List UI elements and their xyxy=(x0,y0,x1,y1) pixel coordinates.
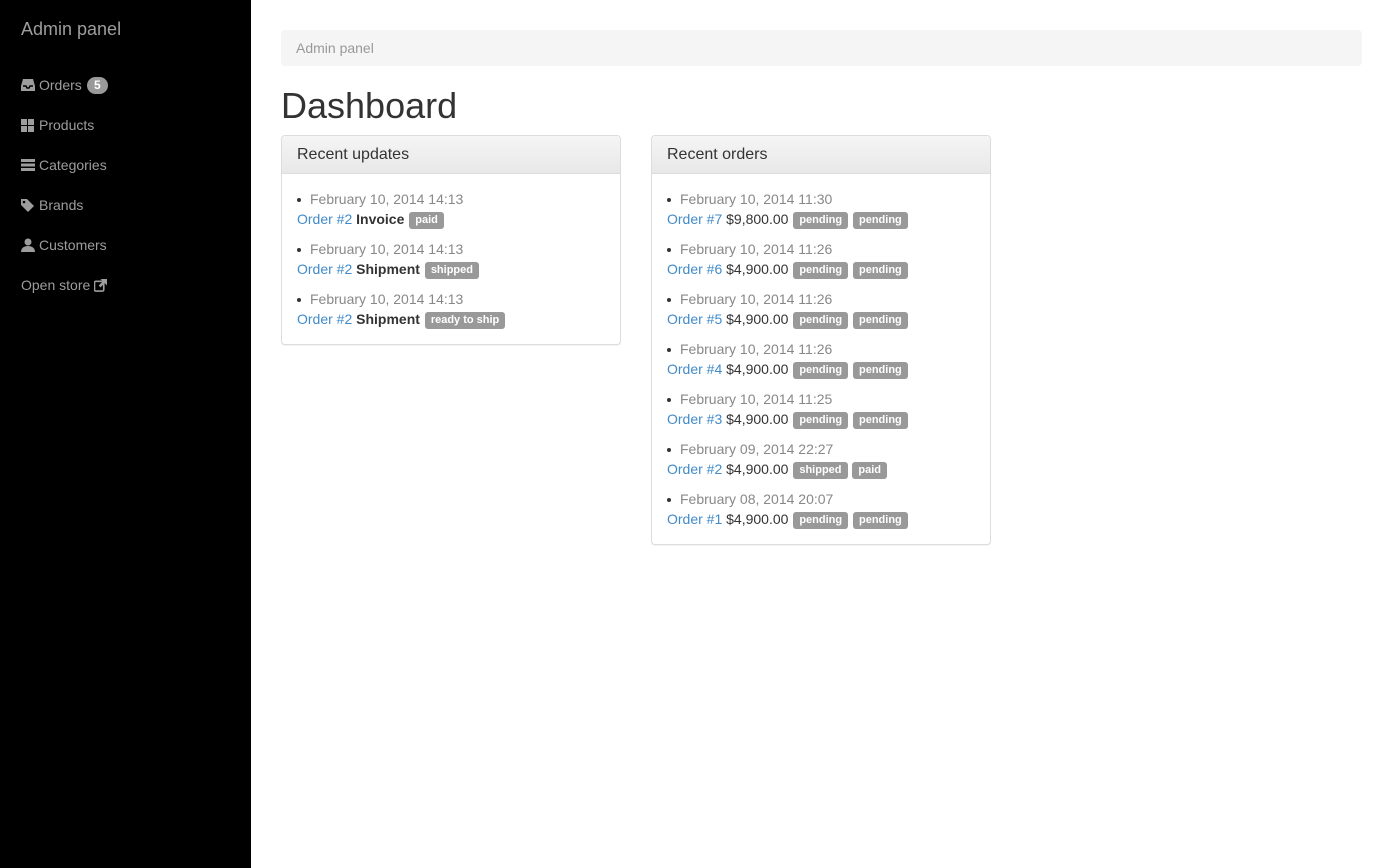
payment-status-badge: paid xyxy=(852,462,888,479)
inbox-icon xyxy=(21,78,35,92)
orders-count-badge: 5 xyxy=(86,76,108,94)
order-amount: $4,900.00 xyxy=(726,511,789,527)
brand-link[interactable]: Admin panel xyxy=(21,19,121,39)
order-amount: $4,900.00 xyxy=(726,411,789,427)
shipment-status-badge: shipped xyxy=(793,462,848,479)
sidebar-item-label: Open store xyxy=(21,277,91,293)
order-date: February 10, 2014 11:26 xyxy=(667,339,975,359)
list-item: February 10, 2014 14:13 Order #2 Invoice… xyxy=(297,189,605,229)
list-item: February 10, 2014 14:13 Order #2 Shipmen… xyxy=(297,289,605,329)
recent-orders-list: February 10, 2014 11:30 Order #7 $9,800.… xyxy=(667,189,975,529)
sidebar-item-label: Products xyxy=(39,117,95,133)
order-date: February 10, 2014 11:26 xyxy=(667,239,975,259)
order-link[interactable]: Order #2 xyxy=(297,261,352,277)
sidebar-item-open-store[interactable]: Open store xyxy=(0,265,251,305)
main-content: Admin panel Dashboard Recent updates Feb… xyxy=(251,0,1390,868)
order-amount: $4,900.00 xyxy=(726,311,789,327)
grid-icon xyxy=(21,118,35,132)
sidebar-item-orders[interactable]: Orders 5 xyxy=(0,65,251,105)
list-item: February 08, 2014 20:07 Order #1 $4,900.… xyxy=(667,489,975,529)
status-badge: paid xyxy=(409,212,444,229)
list-item: February 10, 2014 11:25 Order #3 $4,900.… xyxy=(667,389,975,429)
order-link[interactable]: Order #5 xyxy=(667,311,722,327)
update-date: February 10, 2014 14:13 xyxy=(297,239,605,259)
list-item: February 10, 2014 11:30 Order #7 $9,800.… xyxy=(667,189,975,229)
list-item: February 09, 2014 22:27 Order #2 $4,900.… xyxy=(667,439,975,479)
order-amount: $4,900.00 xyxy=(726,261,789,277)
panel-title: Recent updates xyxy=(282,136,620,174)
sidebar-item-label: Brands xyxy=(39,197,84,213)
payment-status-badge: pending xyxy=(853,512,908,529)
order-amount: $4,900.00 xyxy=(726,361,789,377)
order-link[interactable]: Order #2 xyxy=(297,211,352,227)
shipment-status-badge: pending xyxy=(793,362,849,379)
sidebar-item-products[interactable]: Products xyxy=(0,105,251,145)
list-item: February 10, 2014 11:26 Order #6 $4,900.… xyxy=(667,239,975,279)
list-item: February 10, 2014 14:13 Order #2 Shipmen… xyxy=(297,239,605,279)
order-date: February 08, 2014 20:07 xyxy=(667,489,975,509)
order-link[interactable]: Order #3 xyxy=(667,411,722,427)
payment-status-badge: pending xyxy=(853,212,908,229)
panel-title: Recent orders xyxy=(652,136,990,174)
order-date: February 09, 2014 22:27 xyxy=(667,439,975,459)
payment-status-badge: pending xyxy=(853,412,908,429)
sidebar-item-brands[interactable]: Brands xyxy=(0,185,251,225)
update-type: Shipment xyxy=(356,311,420,327)
update-date: February 10, 2014 14:13 xyxy=(297,289,605,309)
shipment-status-badge: pending xyxy=(793,412,849,429)
status-badge: shipped xyxy=(424,262,479,279)
order-amount: $4,900.00 xyxy=(726,461,789,477)
status-badge: ready to ship xyxy=(424,312,506,329)
order-amount: $9,800.00 xyxy=(726,211,789,227)
list-item: February 10, 2014 11:26 Order #5 $4,900.… xyxy=(667,289,975,329)
order-link[interactable]: Order #4 xyxy=(667,361,722,377)
payment-status-badge: pending xyxy=(853,362,908,379)
sidebar-item-customers[interactable]: Customers xyxy=(0,225,251,265)
user-icon xyxy=(21,238,35,252)
update-type: Invoice xyxy=(356,211,405,227)
order-link[interactable]: Order #7 xyxy=(667,211,722,227)
sidebar: Admin panel Orders 5 Products Categories xyxy=(0,0,251,868)
sidebar-item-label: Orders xyxy=(39,77,82,93)
sidebar-item-label: Customers xyxy=(39,237,107,253)
order-date: February 10, 2014 11:25 xyxy=(667,389,975,409)
list-item: February 10, 2014 11:26 Order #4 $4,900.… xyxy=(667,339,975,379)
order-link[interactable]: Order #2 xyxy=(667,461,722,477)
sidebar-nav: Orders 5 Products Categories Brands Cust… xyxy=(0,65,251,305)
shipment-status-badge: pending xyxy=(793,212,849,229)
shipment-status-badge: pending xyxy=(793,262,849,279)
recent-orders-panel: Recent orders February 10, 2014 11:30 Or… xyxy=(651,135,991,545)
payment-status-badge: pending xyxy=(853,312,908,329)
order-link[interactable]: Order #1 xyxy=(667,511,722,527)
order-link[interactable]: Order #6 xyxy=(667,261,722,277)
breadcrumb: Admin panel xyxy=(281,30,1362,66)
recent-updates-list: February 10, 2014 14:13 Order #2 Invoice… xyxy=(297,189,605,329)
order-date: February 10, 2014 11:30 xyxy=(667,189,975,209)
page-title: Dashboard xyxy=(281,85,458,126)
list-icon xyxy=(21,158,35,172)
shipment-status-badge: pending xyxy=(793,512,849,529)
payment-status-badge: pending xyxy=(853,262,908,279)
tags-icon xyxy=(21,198,35,212)
update-date: February 10, 2014 14:13 xyxy=(297,189,605,209)
recent-updates-panel: Recent updates February 10, 2014 14:13 O… xyxy=(281,135,621,345)
sidebar-item-categories[interactable]: Categories xyxy=(0,145,251,185)
sidebar-item-label: Categories xyxy=(39,157,107,173)
external-link-icon xyxy=(94,278,108,292)
order-date: February 10, 2014 11:26 xyxy=(667,289,975,309)
order-link[interactable]: Order #2 xyxy=(297,311,352,327)
shipment-status-badge: pending xyxy=(793,312,849,329)
update-type: Shipment xyxy=(356,261,420,277)
